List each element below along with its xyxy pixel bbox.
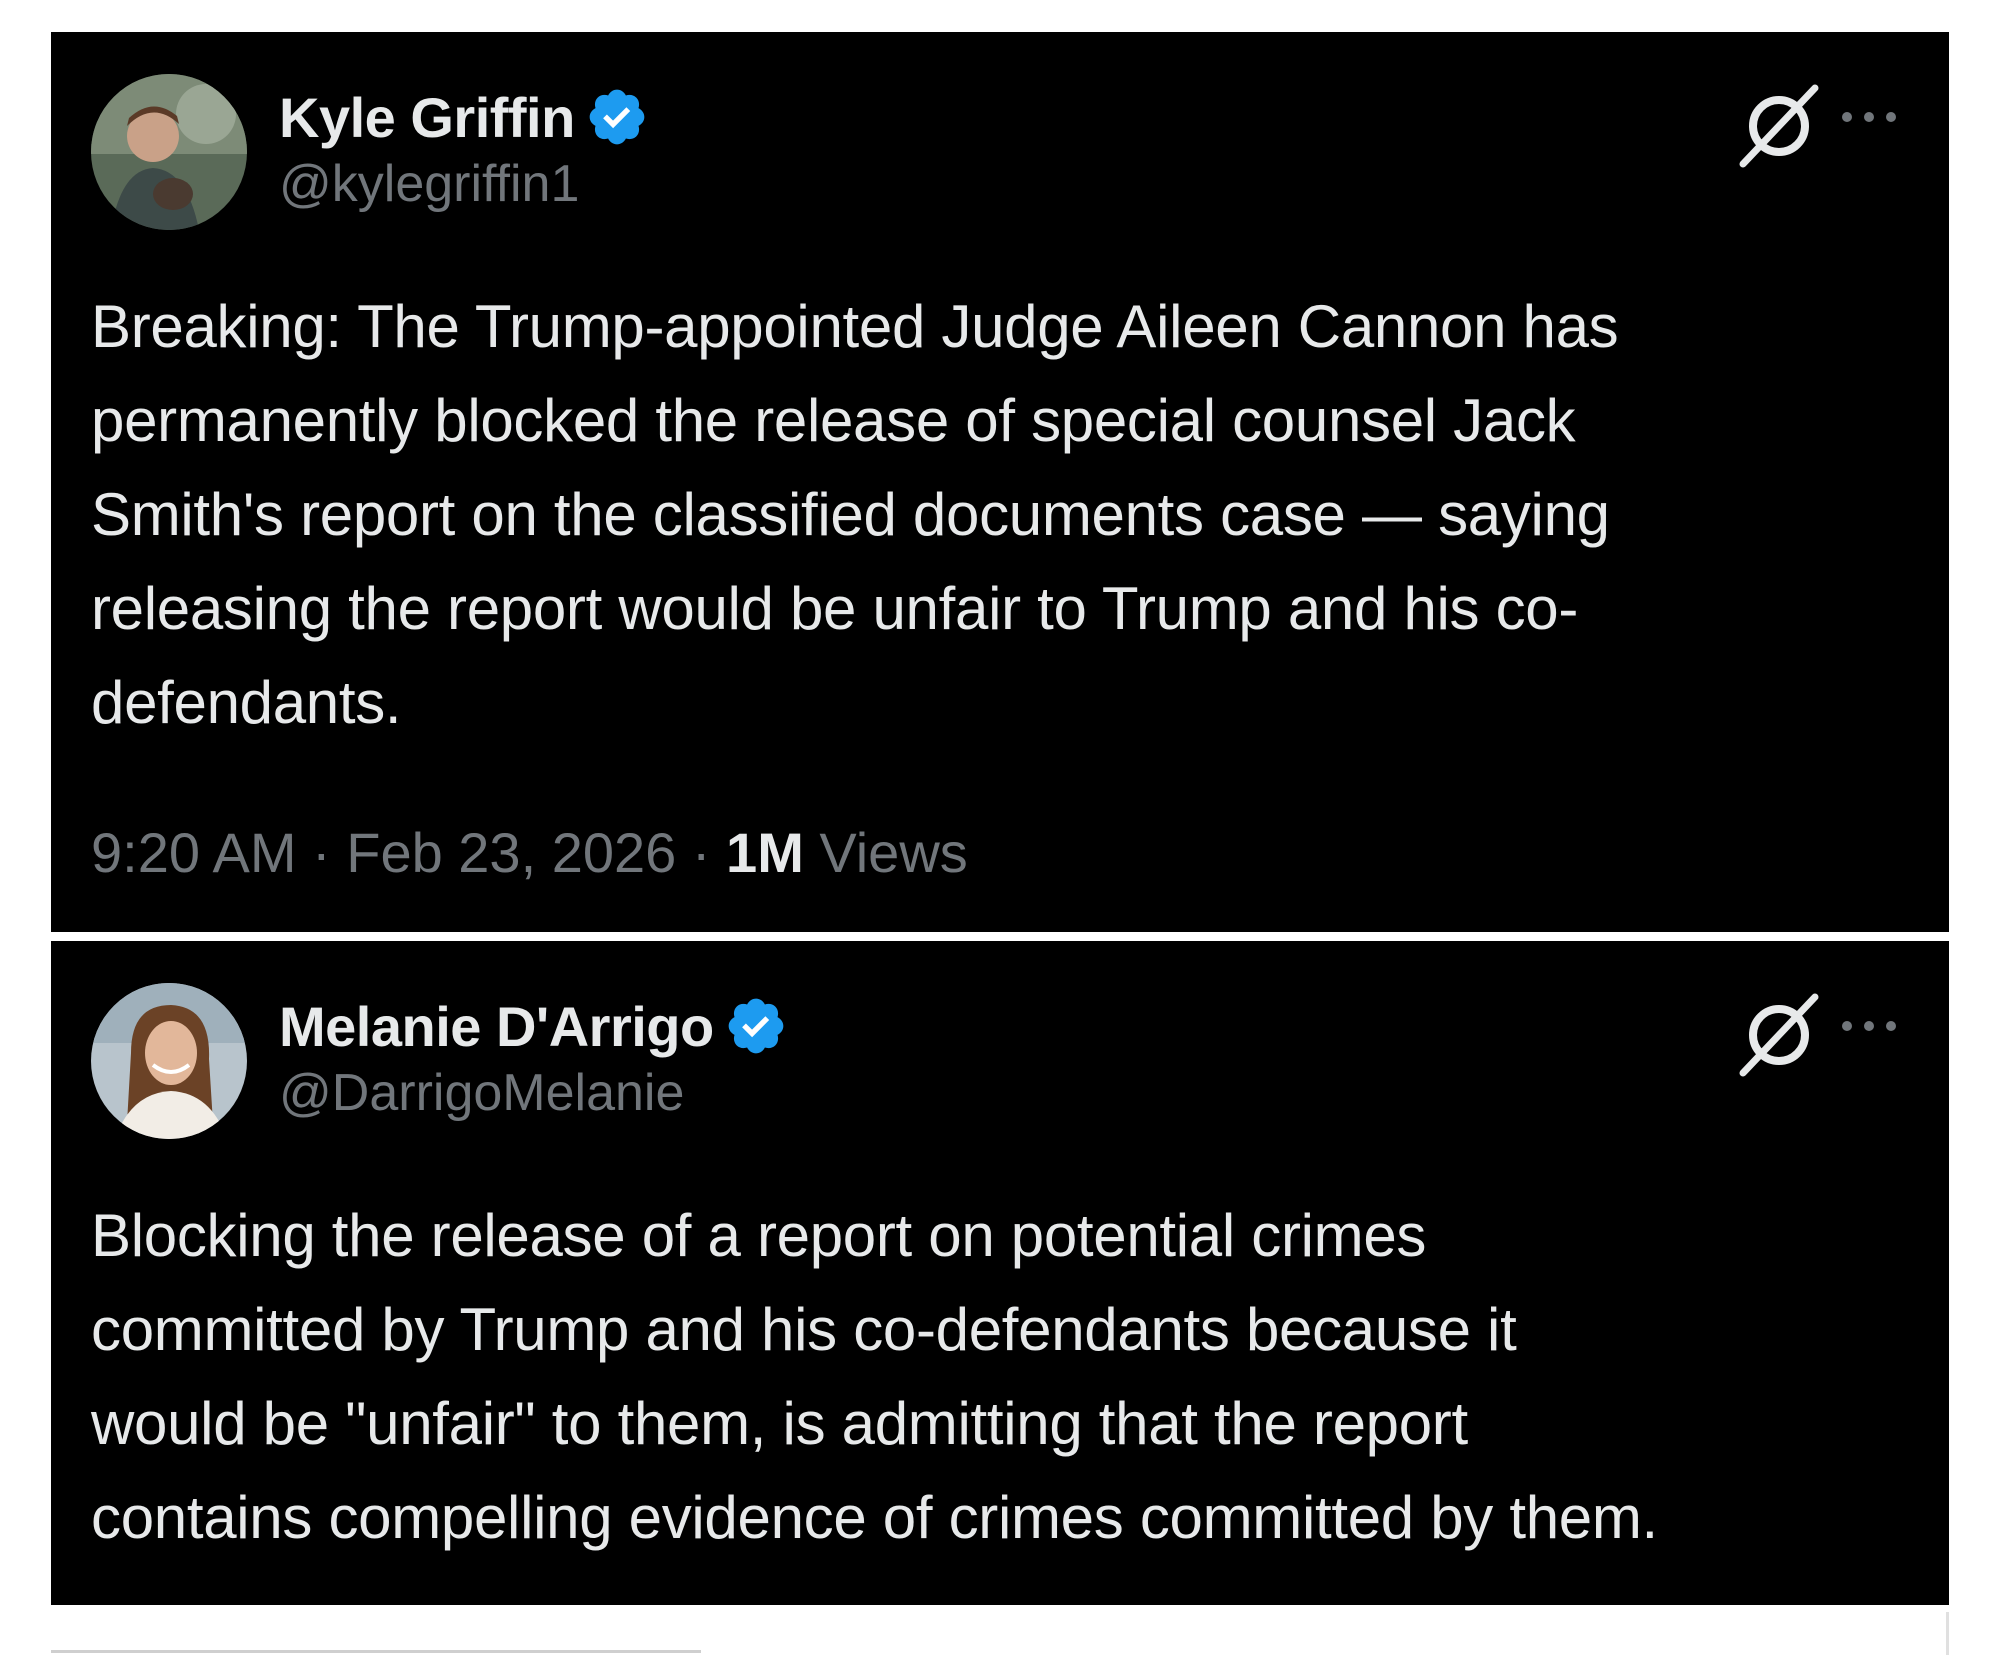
- tweet-meta: 9:20 AM · Feb 23, 2026 · 1M Views: [91, 820, 968, 885]
- more-options-icon[interactable]: [1834, 92, 1904, 142]
- user-handle[interactable]: @kylegriffin1: [279, 154, 579, 214]
- tweet-text-line: contains compelling evidence of crimes c…: [91, 1484, 1658, 1551]
- views-count[interactable]: 1M: [726, 821, 804, 884]
- meta-separator: ·: [676, 821, 727, 884]
- tweet-text: Breaking: The Trump-appointed Judge Aile…: [91, 280, 1891, 750]
- tweet-text-line: Blocking the release of a report on pote…: [91, 1202, 1427, 1269]
- views-label: Views: [803, 821, 968, 884]
- grok-icon[interactable]: [1729, 74, 1829, 174]
- tweet-text: Blocking the release of a report on pote…: [91, 1189, 1891, 1565]
- tweet-card[interactable]: Melanie D'Arrigo @DarrigoMelanie Blockin…: [51, 941, 1949, 1605]
- tweet-date[interactable]: Feb 23, 2026: [346, 821, 676, 884]
- more-options-icon[interactable]: [1834, 1001, 1904, 1051]
- cropped-next-card: [51, 1612, 1949, 1655]
- tweet-text-line: Smith's report on the classified documen…: [91, 481, 1610, 548]
- tweet-text-line: defendants.: [91, 669, 402, 736]
- tweet-card[interactable]: Kyle Griffin @kylegriffin1 Breaking: The…: [51, 32, 1949, 932]
- verified-badge-icon: [585, 85, 649, 149]
- avatar[interactable]: [91, 74, 247, 230]
- verified-badge-icon: [724, 994, 788, 1058]
- avatar[interactable]: [91, 983, 247, 1139]
- display-name[interactable]: Kyle Griffin: [279, 85, 575, 150]
- tweet-text-line: Breaking: The Trump-appointed Judge Aile…: [91, 293, 1619, 360]
- tweet-text-line: committed by Trump and his co-defendants…: [91, 1296, 1517, 1363]
- grok-icon[interactable]: [1729, 983, 1829, 1083]
- display-name[interactable]: Melanie D'Arrigo: [279, 994, 714, 1059]
- divider: [1946, 1612, 1949, 1655]
- divider: [51, 1650, 701, 1653]
- tweet-text-line: permanently blocked the release of speci…: [91, 387, 1576, 454]
- user-handle[interactable]: @DarrigoMelanie: [279, 1063, 684, 1123]
- tweet-time[interactable]: 9:20 AM: [91, 821, 296, 884]
- meta-separator: ·: [296, 821, 347, 884]
- tweet-text-line: would be "unfair" to them, is admitting …: [91, 1390, 1468, 1457]
- tweet-text-line: releasing the report would be unfair to …: [91, 575, 1579, 642]
